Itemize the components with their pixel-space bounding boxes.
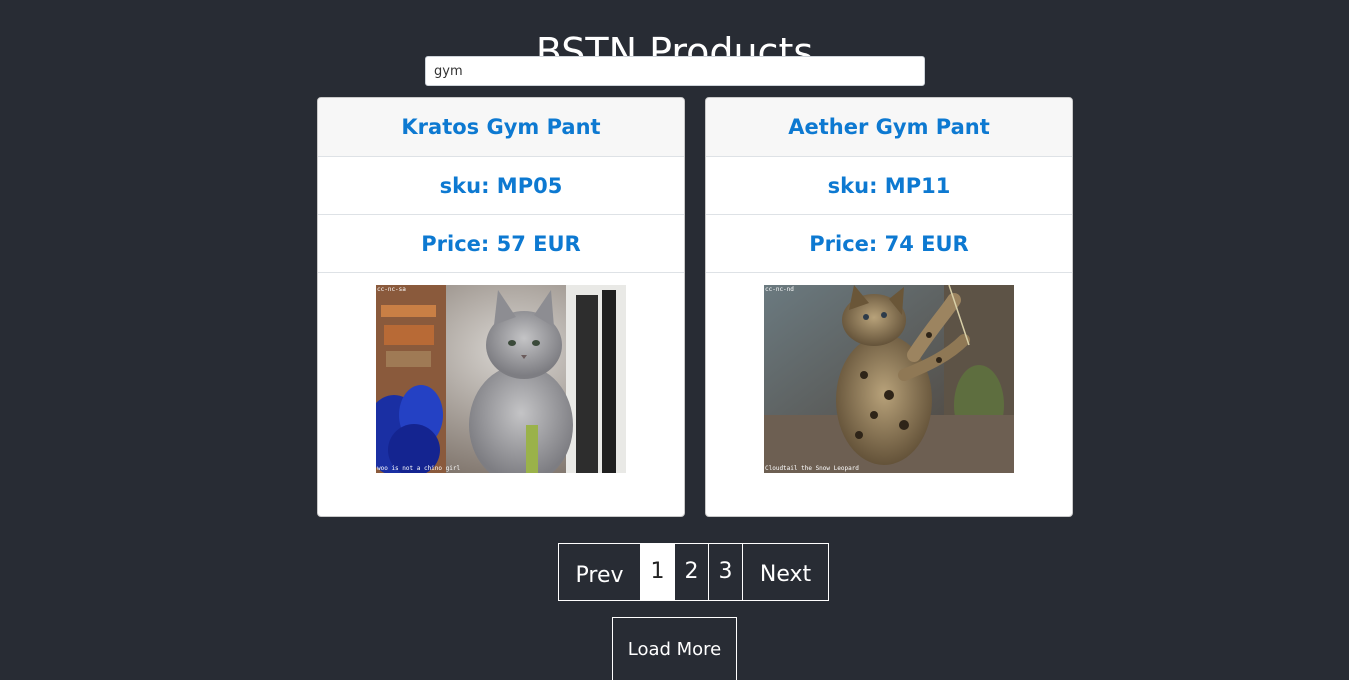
load-more-button[interactable]: Load More bbox=[612, 617, 737, 680]
page: BSTN Products Kratos Gym Pant sku: MP05 … bbox=[0, 0, 1349, 680]
product-image: cc-nc-sa woo is not a chino girl bbox=[376, 285, 626, 473]
product-name: Kratos Gym Pant bbox=[318, 98, 684, 157]
cat-photo bbox=[764, 285, 1014, 473]
product-card: Kratos Gym Pant sku: MP05 Price: 57 EUR bbox=[317, 97, 685, 517]
search-input[interactable] bbox=[425, 56, 925, 86]
prev-page-button[interactable]: Prev bbox=[558, 543, 641, 601]
image-license-badge: cc-nc-sa bbox=[377, 286, 406, 293]
product-price: Price: 57 EUR bbox=[318, 215, 684, 273]
product-sku: sku: MP05 bbox=[318, 157, 684, 215]
image-caption: Cloudtail the Snow Leopard bbox=[765, 465, 859, 472]
pagination: Prev 1 2 3 Next bbox=[558, 543, 829, 601]
product-card: Aether Gym Pant sku: MP11 Price: 74 EUR bbox=[705, 97, 1073, 517]
page-button-1[interactable]: 1 bbox=[640, 543, 675, 601]
product-price: Price: 74 EUR bbox=[706, 215, 1072, 273]
product-image: cc-nc-nd Cloudtail the Snow Leopard bbox=[764, 285, 1014, 473]
page-button-2[interactable]: 2 bbox=[674, 543, 709, 601]
image-license-badge: cc-nc-nd bbox=[765, 286, 794, 293]
cat-photo bbox=[376, 285, 626, 473]
image-caption: woo is not a chino girl bbox=[377, 465, 461, 472]
next-page-button[interactable]: Next bbox=[742, 543, 829, 601]
product-name: Aether Gym Pant bbox=[706, 98, 1072, 157]
product-sku: sku: MP11 bbox=[706, 157, 1072, 215]
page-button-3[interactable]: 3 bbox=[708, 543, 743, 601]
